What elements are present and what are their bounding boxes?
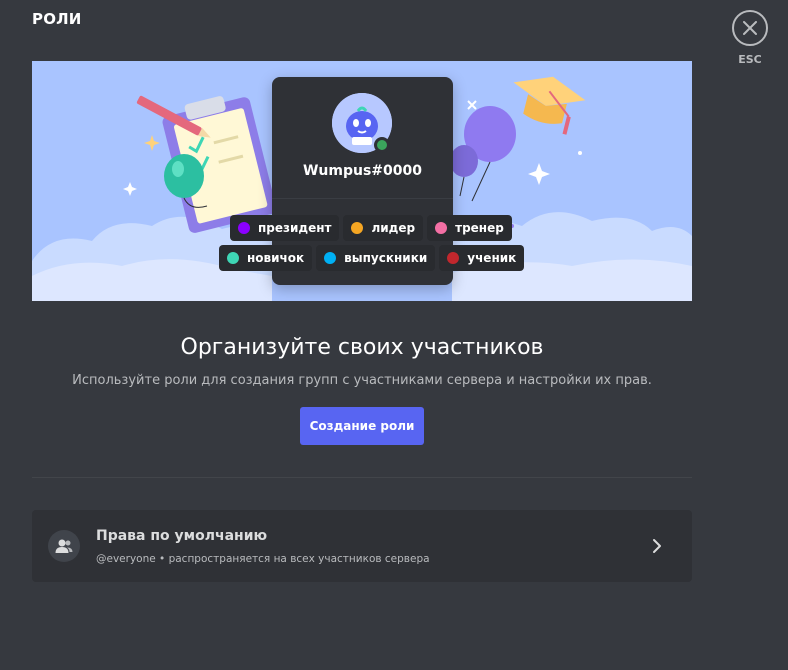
role-label: ученик bbox=[467, 251, 517, 265]
page-title: РОЛИ bbox=[32, 10, 82, 28]
members-icon bbox=[48, 530, 80, 562]
role-label: новичок bbox=[247, 251, 305, 265]
role-chip-leader: лидер bbox=[343, 215, 424, 241]
role-label: выпускники bbox=[344, 251, 428, 265]
role-label: тренер bbox=[455, 221, 504, 235]
default-permissions-description: @everyone • распространяется на всех уча… bbox=[96, 553, 430, 565]
role-color-dot bbox=[324, 252, 337, 264]
role-chip-newbie: новичок bbox=[219, 245, 313, 271]
card-divider bbox=[272, 198, 453, 199]
role-color-dot bbox=[351, 222, 364, 234]
close-control: ESC bbox=[732, 10, 768, 66]
avatar bbox=[332, 93, 392, 153]
role-chips-row-2: новичок выпускники ученик bbox=[219, 245, 525, 271]
headline: Организуйте своих участников bbox=[180, 335, 544, 360]
section-divider bbox=[32, 477, 692, 478]
esc-label: ESC bbox=[738, 53, 762, 66]
description-text: Используйте роли для создания групп с уч… bbox=[72, 373, 652, 388]
role-color-dot bbox=[227, 252, 239, 264]
close-button[interactable] bbox=[732, 10, 768, 46]
role-color-dot bbox=[435, 222, 448, 234]
role-chip-student: ученик bbox=[439, 245, 525, 271]
create-role-button[interactable]: Создание роли bbox=[300, 407, 424, 445]
role-chip-president: президент bbox=[230, 215, 340, 241]
hero-illustration: Wumpus#0000 президент лидер тренер нович… bbox=[32, 61, 692, 301]
role-chip-coach: тренер bbox=[427, 215, 512, 241]
role-label: лидер bbox=[371, 221, 416, 235]
close-icon bbox=[743, 21, 757, 35]
role-chip-graduates: выпускники bbox=[316, 245, 436, 271]
role-color-dot bbox=[238, 222, 250, 234]
role-chips-row-1: президент лидер тренер bbox=[230, 215, 512, 241]
online-status-indicator bbox=[374, 137, 390, 153]
role-color-dot bbox=[447, 252, 460, 264]
role-label: президент bbox=[258, 221, 332, 235]
default-permissions-title: Права по умолчанию bbox=[96, 528, 268, 544]
username: Wumpus#0000 bbox=[302, 163, 422, 179]
chevron-right-icon bbox=[653, 539, 661, 553]
default-permissions-row[interactable]: Права по умолчанию @everyone • распростр… bbox=[32, 510, 692, 582]
